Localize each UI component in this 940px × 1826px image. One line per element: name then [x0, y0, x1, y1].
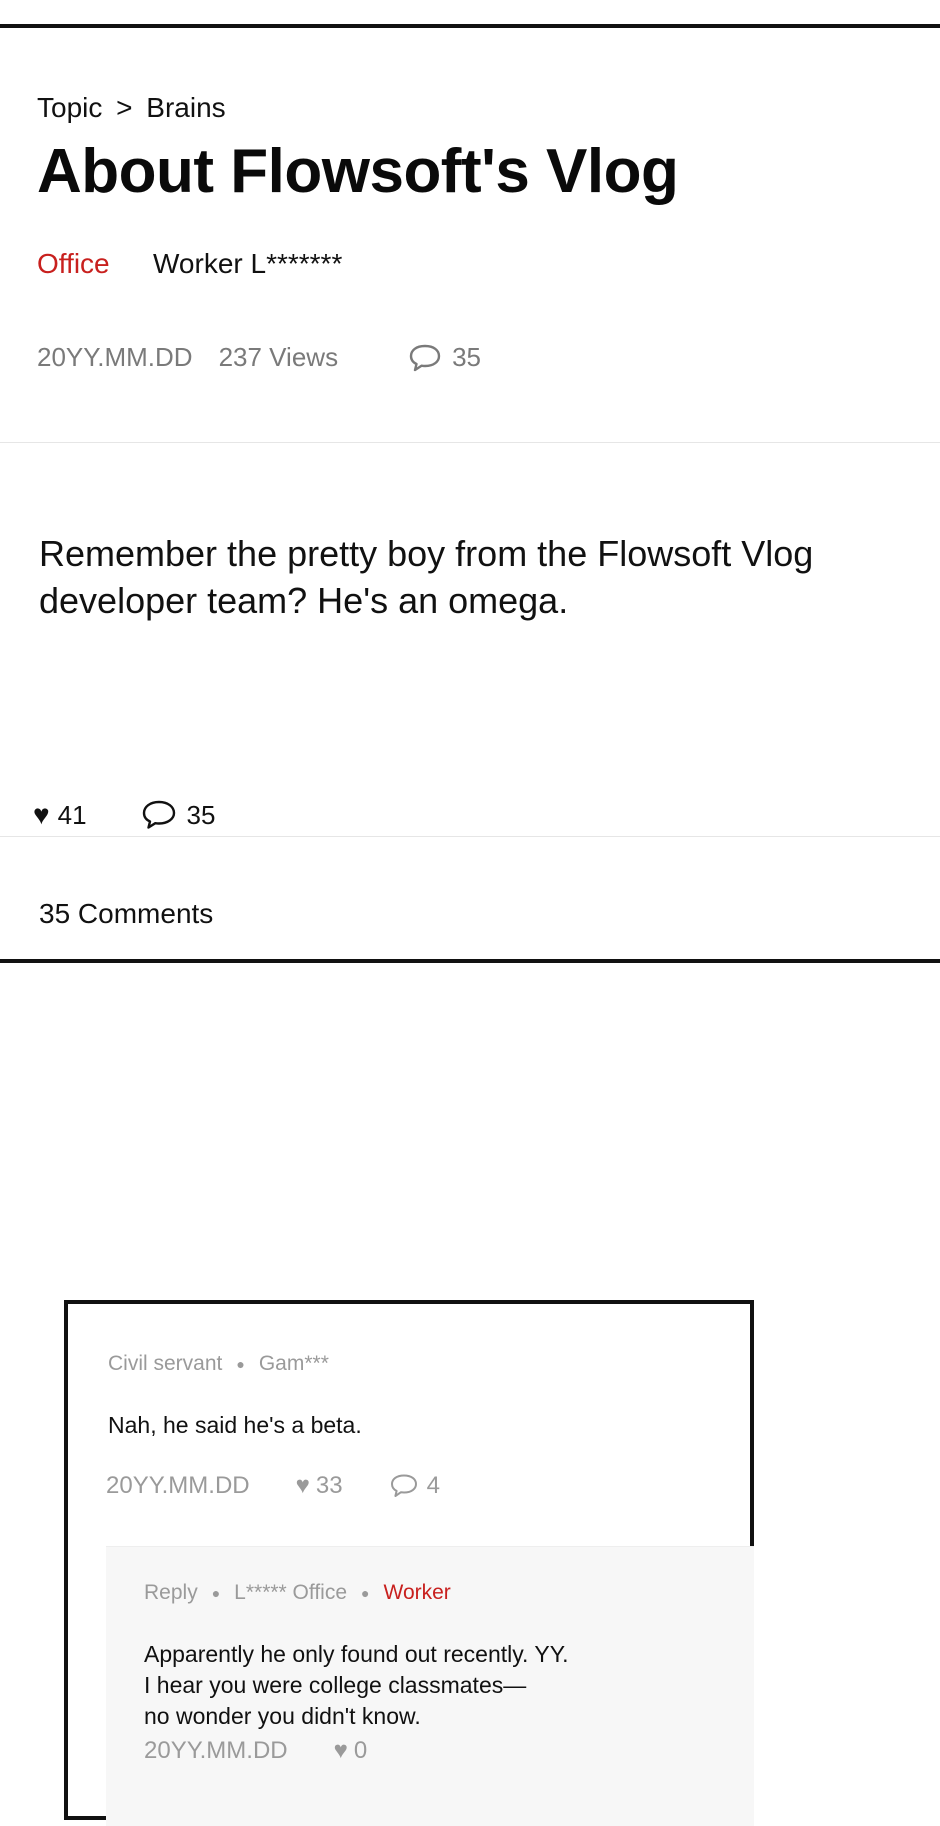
reply-line: Apparently he only found out recently. Y…	[144, 1641, 569, 1667]
breadcrumb-section[interactable]: Topic	[37, 92, 102, 124]
comment-replies: 4	[426, 1472, 440, 1499]
heart-icon: ♥	[333, 1737, 348, 1764]
reply-box: Reply ● L***** Office ● Worker Apparentl…	[106, 1546, 754, 1826]
comment-role: Civil servant	[108, 1352, 223, 1375]
comment-meta: Civil servant ● Gam***	[108, 1352, 329, 1376]
heart-icon: ♥	[295, 1472, 310, 1499]
separator-dot: ●	[236, 1356, 245, 1372]
post-likes: 41	[57, 799, 87, 830]
post-comment-count-value: 35	[452, 342, 481, 372]
reply-meta: Reply ● L***** Office ● Worker	[144, 1581, 451, 1605]
comment-likes: 33	[315, 1472, 343, 1499]
reply-line: no wonder you didn't know.	[144, 1703, 421, 1729]
post-comments-value: 35	[186, 799, 216, 830]
comment-user[interactable]: Gam***	[259, 1352, 329, 1376]
comment-stats: 20YY.MM.DD ♥ 33 4	[106, 1472, 440, 1500]
comment-reply-button[interactable]: 4	[389, 1472, 440, 1500]
breadcrumb: Topic > Brains	[37, 92, 226, 124]
reply-user[interactable]: L***** Office	[234, 1581, 347, 1605]
speech-bubble-icon	[142, 800, 175, 829]
reply-tag: Worker	[383, 1581, 451, 1604]
post-board[interactable]: Office	[37, 248, 110, 280]
post-comments-button[interactable]: 35	[141, 799, 216, 831]
speech-bubble-icon	[409, 344, 441, 371]
breadcrumb-separator: >	[116, 92, 133, 123]
reply-like-button[interactable]: ♥ 0	[334, 1737, 368, 1765]
post-title: About Flowsoft's Vlog	[37, 137, 679, 206]
reply-stats: 20YY.MM.DD ♥ 0	[144, 1737, 367, 1765]
post-comment-count[interactable]: 35	[408, 342, 481, 373]
divider	[0, 442, 940, 443]
divider	[0, 836, 940, 837]
reply-line: I hear you were college classmates—	[144, 1672, 527, 1698]
comment-like-button[interactable]: ♥ 33	[296, 1472, 343, 1500]
post-author[interactable]: Worker L*******	[153, 248, 342, 280]
reply-label: Reply	[144, 1581, 198, 1604]
reply-text: Apparently he only found out recently. Y…	[144, 1639, 569, 1732]
post-reactions: ♥ 41 35	[33, 799, 215, 831]
comments-heading: 35 Comments	[39, 898, 214, 929]
comment-date: 20YY.MM.DD	[106, 1472, 250, 1499]
reply-likes: 0	[353, 1737, 368, 1764]
separator-dot: ●	[361, 1585, 370, 1601]
separator-dot: ●	[211, 1585, 221, 1601]
speech-bubble-icon	[390, 1474, 417, 1497]
breadcrumb-topic[interactable]: Brains	[146, 92, 225, 124]
post-stats: 20YY.MM.DD 237 Views 35	[37, 342, 481, 373]
reply-date: 20YY.MM.DD	[144, 1737, 288, 1764]
post-body: Remember the pretty boy from the Flowsof…	[39, 533, 814, 621]
post-date: 20YY.MM.DD	[37, 342, 193, 372]
comment-text: Nah, he said he's a beta.	[108, 1412, 362, 1438]
comment-card: Civil servant ● Gam*** Nah, he said he's…	[64, 1300, 754, 1826]
heart-icon[interactable]: ♥	[33, 799, 50, 831]
post-panel: Topic > Brains About Flowsoft's Vlog Off…	[0, 24, 940, 963]
post-views: 237 Views	[218, 342, 339, 372]
